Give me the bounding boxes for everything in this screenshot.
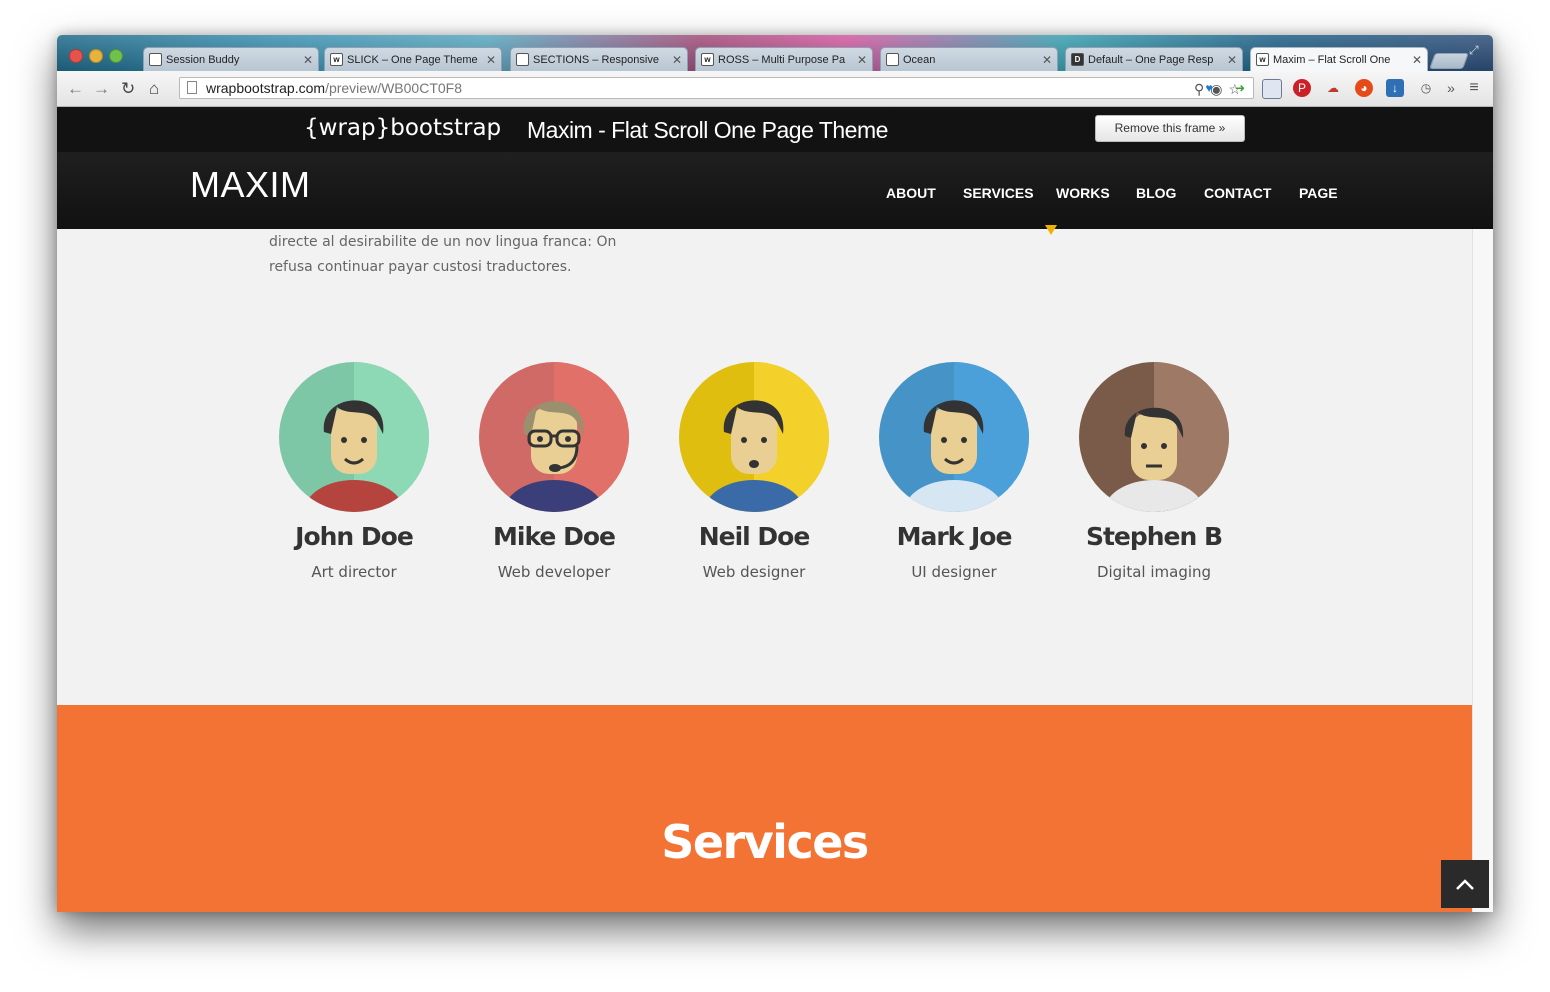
address-bar[interactable]: wrapbootstrap.com/preview/WB00CT0F8 ⚲◉☆ bbox=[179, 77, 1254, 99]
browser-window: Session Buddy ✕ w SLICK – One Page Theme… bbox=[57, 35, 1493, 912]
tab-maxim[interactable]: w Maxim – Flat Scroll One ✕ bbox=[1250, 47, 1428, 71]
intro-paragraph: directe al desirabilite de un nov lingua… bbox=[269, 234, 617, 275]
wrapbootstrap-favicon-icon: w bbox=[701, 53, 714, 66]
new-tab-button[interactable] bbox=[1429, 53, 1469, 69]
chrome-badge-icon[interactable]: ◕ bbox=[1355, 79, 1373, 97]
d-favicon-icon: D bbox=[1071, 53, 1084, 66]
site-navbar: MAXIM ABOUT SERVICES WORKS BLOG CONTACT … bbox=[57, 152, 1493, 229]
nav-works[interactable]: WORKS bbox=[1056, 185, 1110, 201]
close-tab-icon[interactable]: ✕ bbox=[303, 48, 313, 71]
nav-about[interactable]: ABOUT bbox=[886, 185, 936, 201]
tab-ross[interactable]: w ROSS – Multi Purpose Pa ✕ bbox=[695, 47, 873, 71]
avatar bbox=[1079, 362, 1229, 512]
avatar bbox=[879, 362, 1029, 512]
nav-contact[interactable]: CONTACT bbox=[1204, 185, 1271, 201]
home-icon[interactable]: ⌂ bbox=[149, 79, 159, 99]
tab-label: SLICK – One Page Theme bbox=[347, 54, 478, 66]
nav-services[interactable]: SERVICES bbox=[963, 185, 1034, 201]
services-section: Services bbox=[57, 705, 1472, 912]
member-name: Mike Doe bbox=[493, 522, 616, 551]
browser-toolbar: ← → ↻ ⌂ wrapbootstrap.com/preview/WB00CT… bbox=[57, 71, 1493, 107]
tab-label: Maxim – Flat Scroll One bbox=[1273, 54, 1391, 66]
close-tab-icon[interactable]: ✕ bbox=[1412, 48, 1422, 71]
close-tab-icon[interactable]: ✕ bbox=[1227, 48, 1237, 71]
theme-title: Maxim - Flat Scroll One Page Theme bbox=[527, 117, 888, 143]
zoom-window-button[interactable] bbox=[109, 49, 123, 63]
chevron-up-icon bbox=[1456, 879, 1474, 890]
team-member: John Doe Art director bbox=[254, 362, 454, 581]
member-role: UI designer bbox=[911, 563, 997, 581]
tab-session-buddy[interactable]: Session Buddy ✕ bbox=[143, 47, 319, 71]
wrapbootstrap-logo[interactable]: {wrap}bootstrap bbox=[304, 115, 501, 141]
tab-label: Default – One Page Resp bbox=[1088, 54, 1214, 66]
forward-extension-icon[interactable]: ➜ bbox=[1231, 79, 1249, 97]
session-buddy-icon bbox=[149, 53, 162, 66]
nav-blog[interactable]: BLOG bbox=[1136, 185, 1176, 201]
services-heading: Services bbox=[661, 815, 869, 869]
close-tab-icon[interactable]: ✕ bbox=[672, 48, 682, 71]
tab-label: Ocean bbox=[903, 54, 936, 66]
team-section: directe al desirabilite de un nov lingua… bbox=[57, 225, 1472, 705]
remove-frame-button[interactable]: Remove this frame » bbox=[1095, 115, 1245, 142]
avatar bbox=[279, 362, 429, 512]
wrapbootstrap-favicon-icon: w bbox=[1256, 53, 1269, 66]
tab-label: ROSS – Multi Purpose Pa bbox=[718, 54, 846, 66]
close-tab-icon[interactable]: ✕ bbox=[1042, 48, 1052, 71]
fullscreen-icon[interactable]: ⤢ bbox=[1469, 43, 1479, 58]
reload-icon[interactable]: ↻ bbox=[121, 79, 135, 99]
tab-label: Session Buddy bbox=[166, 54, 240, 66]
tab-sections[interactable]: SECTIONS – Responsive ✕ bbox=[510, 47, 688, 71]
url-path: /preview/WB00CT0F8 bbox=[325, 80, 462, 96]
page-icon bbox=[187, 81, 197, 94]
url-host: wrapbootstrap.com bbox=[206, 80, 326, 96]
more-extensions-icon[interactable]: » bbox=[1442, 79, 1460, 97]
pinterest-icon[interactable]: P bbox=[1293, 79, 1311, 97]
member-role: Art director bbox=[311, 563, 397, 581]
member-name: Mark Joe bbox=[896, 522, 1013, 551]
clock-icon[interactable]: ◷ bbox=[1417, 79, 1435, 97]
team-member: Neil Doe Web designer bbox=[654, 362, 854, 581]
member-role: Web developer bbox=[497, 563, 611, 581]
close-window-button[interactable] bbox=[69, 49, 83, 63]
forward-arrow-icon[interactable]: → bbox=[93, 79, 110, 99]
tab-strip: Session Buddy ✕ w SLICK – One Page Theme… bbox=[57, 35, 1493, 71]
tab-slick[interactable]: w SLICK – One Page Theme ✕ bbox=[324, 47, 502, 71]
window-extension-icon[interactable] bbox=[1262, 79, 1282, 99]
page-scrollbar[interactable] bbox=[1472, 229, 1493, 912]
nav-page[interactable]: PAGE bbox=[1299, 185, 1338, 201]
heart-extension-icon[interactable]: ♥ bbox=[1200, 79, 1218, 97]
member-name: John Doe bbox=[295, 522, 414, 551]
tab-ocean[interactable]: Ocean ✕ bbox=[880, 47, 1058, 71]
team-member: Stephen B Digital imaging bbox=[1054, 362, 1254, 581]
member-name: Neil Doe bbox=[698, 522, 811, 551]
cloud-badge-icon[interactable]: ☁ bbox=[1324, 79, 1342, 97]
site-brand[interactable]: MAXIM bbox=[190, 164, 311, 206]
avatar bbox=[679, 362, 829, 512]
page-icon bbox=[886, 53, 899, 66]
tab-label: SECTIONS – Responsive bbox=[533, 54, 659, 66]
team-member: Mike Doe Web developer bbox=[454, 362, 654, 581]
menu-icon[interactable]: ≡ bbox=[1465, 79, 1483, 97]
back-arrow-icon[interactable]: ← bbox=[67, 79, 84, 99]
page-icon bbox=[516, 53, 529, 66]
close-tab-icon[interactable]: ✕ bbox=[486, 48, 496, 71]
download-icon[interactable]: ↓ bbox=[1386, 79, 1404, 97]
member-role: Digital imaging bbox=[1096, 563, 1212, 581]
team-member: Mark Joe UI designer bbox=[854, 362, 1054, 581]
member-role: Web designer bbox=[702, 563, 806, 581]
partial-triangle-icon bbox=[1045, 225, 1057, 235]
back-to-top-button[interactable] bbox=[1441, 860, 1489, 908]
avatar bbox=[479, 362, 629, 512]
minimize-window-button[interactable] bbox=[89, 49, 103, 63]
member-name: Stephen B bbox=[1085, 522, 1223, 551]
close-tab-icon[interactable]: ✕ bbox=[857, 48, 867, 71]
wrapbootstrap-favicon-icon: w bbox=[330, 53, 343, 66]
wrapbootstrap-bar: {wrap}bootstrap Maxim - Flat Scroll One … bbox=[57, 107, 1493, 152]
tab-default[interactable]: D Default – One Page Resp ✕ bbox=[1065, 47, 1243, 71]
